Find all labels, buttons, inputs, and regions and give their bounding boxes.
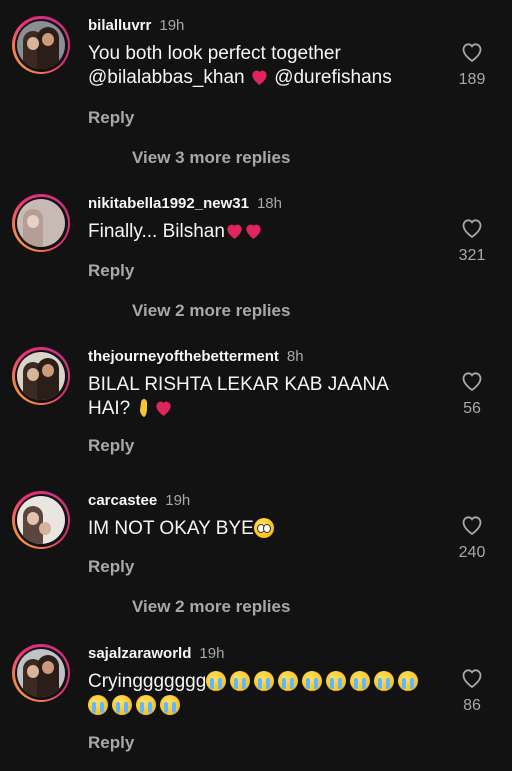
comment-text: Cryinggggggg [88, 670, 428, 718]
username[interactable]: sajalzaraworld [88, 645, 191, 662]
username[interactable]: thejourneyofthebetterment [88, 348, 279, 365]
loudly-crying-face-icon [136, 695, 156, 715]
reply-button[interactable]: Reply [88, 733, 134, 753]
avatar[interactable] [12, 644, 70, 702]
comment-meta: carcastee 19h [88, 491, 190, 511]
loudly-crying-face-icon [254, 671, 275, 691]
loudly-crying-face-icon [160, 695, 180, 715]
view-more-replies-button[interactable]: View 2 more replies [132, 597, 290, 617]
avatar[interactable] [12, 347, 70, 405]
timestamp: 18h [256, 195, 282, 212]
reply-button[interactable]: Reply [88, 557, 134, 577]
loudly-crying-face-icon [112, 695, 132, 715]
red-heart-icon [227, 224, 242, 239]
red-heart-icon [246, 224, 261, 239]
username[interactable]: bilalluvrr [88, 17, 151, 34]
comment-body: BILAL RISHTA LEKAR KAB JAANA HAI? [88, 374, 388, 419]
heart-outline-icon[interactable] [460, 370, 484, 392]
like-count: 86 [463, 697, 481, 714]
like-control[interactable]: 56 [452, 370, 492, 418]
red-heart-icon [252, 70, 267, 85]
red-heart-icon [155, 401, 171, 416]
username[interactable]: carcastee [88, 492, 157, 509]
comment-body: Cryinggggggg [88, 671, 207, 692]
comment-text: Finally... Bilshan [88, 220, 428, 244]
view-more-replies-button[interactable]: View 3 more replies [132, 148, 290, 168]
like-control[interactable]: 86 [452, 667, 492, 715]
like-count: 321 [458, 247, 486, 264]
comments-screen: { "comments": [ { "username": "bilalluvr… [0, 0, 512, 771]
like-control[interactable]: 321 [452, 217, 492, 265]
loudly-crying-face-icon [230, 671, 251, 691]
username[interactable]: nikitabella1992_new31 [88, 195, 249, 212]
pinched-fingers-icon [139, 399, 147, 417]
like-control[interactable]: 240 [452, 514, 492, 562]
loudly-crying-face-icon [350, 671, 371, 691]
timestamp: 19h [165, 492, 191, 509]
reply-button[interactable]: Reply [88, 108, 134, 128]
reply-button[interactable]: Reply [88, 436, 134, 456]
comment-text: BILAL RISHTA LEKAR KAB JAANA HAI? [88, 373, 428, 421]
timestamp: 8h [286, 348, 304, 365]
heart-outline-icon[interactable] [460, 514, 484, 536]
loudly-crying-face-icon [88, 695, 108, 715]
loudly-crying-face-icon [278, 671, 299, 691]
avatar[interactable] [12, 194, 70, 252]
loudly-crying-face-icon [374, 671, 395, 691]
view-more-replies-button[interactable]: View 2 more replies [132, 301, 290, 321]
avatar[interactable] [12, 16, 70, 74]
comment-body: IM NOT OKAY BYE [88, 518, 254, 539]
mention[interactable]: @durefishans [274, 67, 392, 88]
timestamp: 19h [159, 17, 185, 34]
avatar[interactable] [12, 491, 70, 549]
reply-button[interactable]: Reply [88, 261, 134, 281]
loudly-crying-face-icon [302, 671, 323, 691]
heart-outline-icon[interactable] [460, 217, 484, 239]
comment-meta: thejourneyofthebetterment 8h [88, 347, 304, 367]
comment-text: IM NOT OKAY BYE [88, 517, 428, 541]
timestamp: 19h [199, 645, 225, 662]
comment-meta: nikitabella1992_new31 18h [88, 194, 282, 214]
heart-outline-icon[interactable] [460, 667, 484, 689]
comment-meta: sajalzaraworld 19h [88, 644, 224, 664]
comment-text: You both look perfect together @bilalabb… [88, 42, 428, 90]
comment-body: Finally... Bilshan [88, 221, 225, 242]
pleading-face-icon [253, 518, 274, 538]
heart-outline-icon[interactable] [460, 41, 484, 63]
like-count: 240 [458, 544, 486, 561]
comment-meta: bilalluvrr 19h [88, 16, 184, 36]
like-count: 56 [463, 400, 481, 417]
like-control[interactable]: 189 [452, 41, 492, 89]
loudly-crying-face-icon [206, 671, 227, 691]
loudly-crying-face-icon [326, 671, 347, 691]
like-count: 189 [458, 71, 486, 88]
loudly-crying-face-icon [398, 671, 419, 691]
